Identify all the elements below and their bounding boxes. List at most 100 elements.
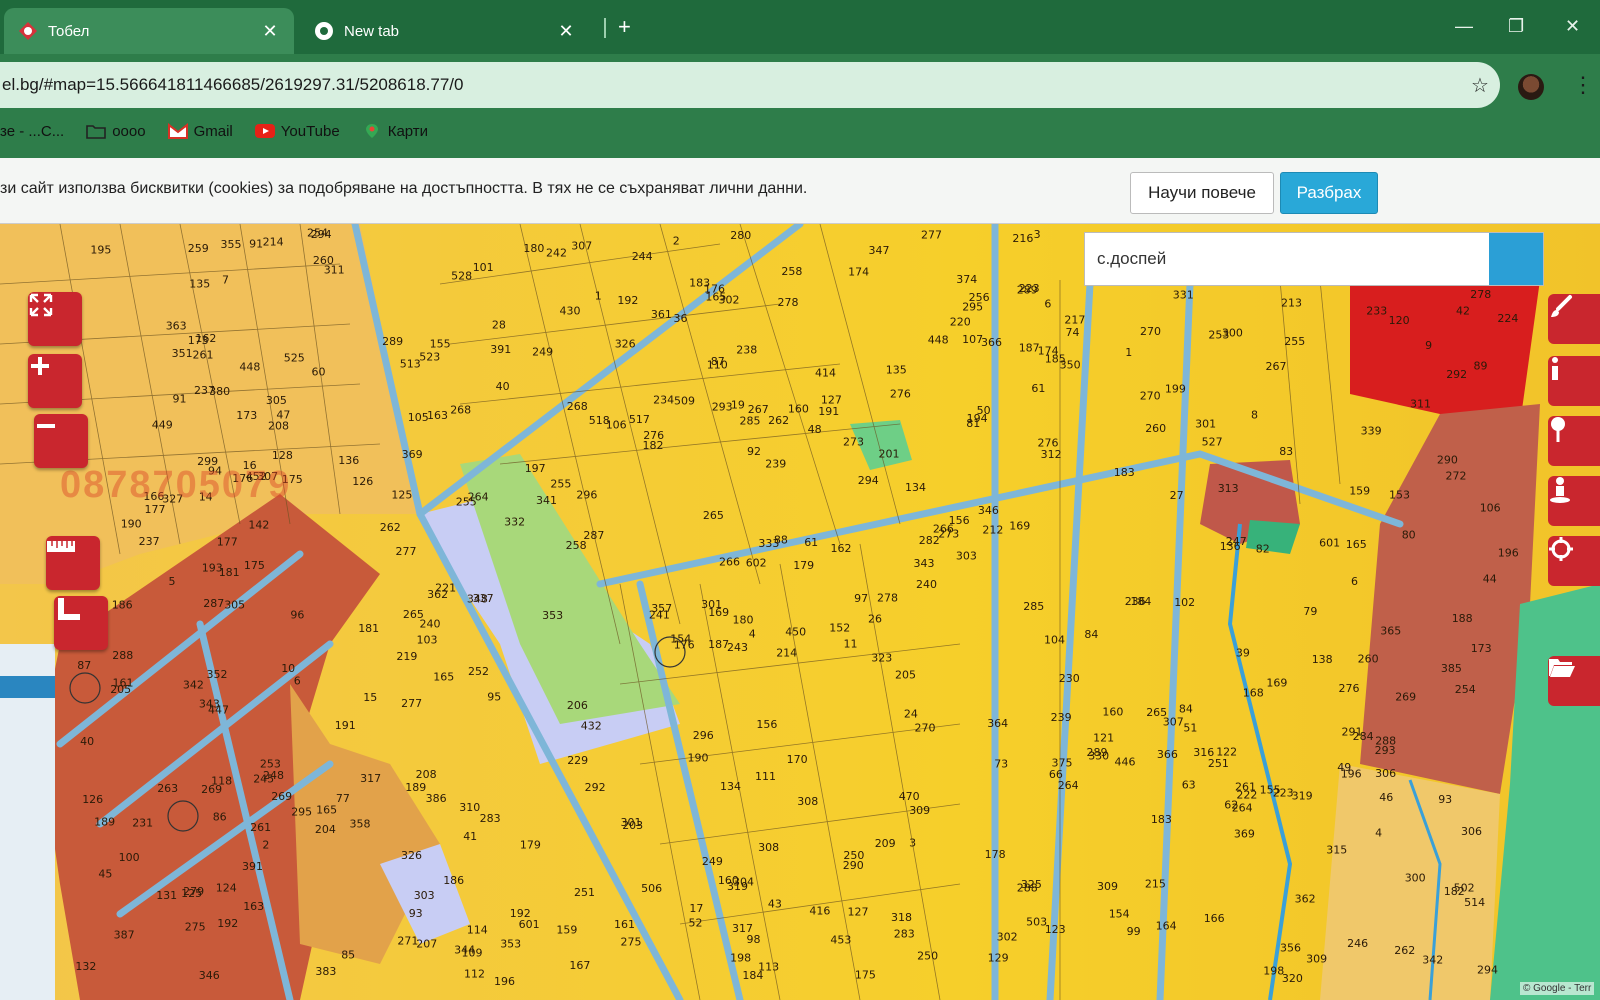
parcel-number-label: 361	[651, 308, 672, 321]
parcel-number-label: 309	[1097, 880, 1118, 893]
parcel-number-label: 61	[1031, 382, 1045, 395]
learn-more-button[interactable]: Научи повече	[1130, 172, 1274, 214]
parcel-number-label: 84	[1084, 628, 1098, 641]
parcel-number-label: 269	[271, 790, 292, 803]
parcel-number-label: 48	[808, 423, 822, 436]
bookmark-youtube[interactable]: YouTube	[254, 123, 340, 140]
parcel-number-label: 181	[358, 622, 379, 635]
parcel-number-label: 82	[1256, 543, 1270, 556]
bookmark-gmail[interactable]: Gmail	[167, 123, 233, 140]
parcel-number-label: 320	[1282, 972, 1303, 985]
parcel-number-label: 242	[546, 247, 567, 260]
parcel-number-label: 165	[705, 291, 726, 304]
parcel-number-label: 352	[207, 668, 228, 681]
cadastral-map[interactable]: 214 173 169 279 282 283 289 160 174 278 311 342 175 2…	[0, 224, 1600, 1000]
profile-avatar[interactable]	[1518, 74, 1544, 100]
parcel-number-label: 134	[720, 780, 741, 793]
parcel-number-label: 199	[1165, 383, 1186, 396]
zoom-out-button[interactable]	[34, 414, 88, 468]
parcel-number-label: 265	[703, 509, 724, 522]
close-tab-icon[interactable]: ✕	[556, 21, 576, 42]
browser-menu-icon[interactable]: ⋮	[1572, 72, 1594, 98]
parcel-number-label: 111	[755, 770, 776, 783]
parcel-number-label: 156	[756, 718, 777, 731]
minimize-icon[interactable]: —	[1455, 16, 1473, 37]
address-bar[interactable]: el.bg/#map=15.566641811466685/2619297.31…	[0, 62, 1500, 108]
bookmark-item[interactable]: зе - ...C...	[0, 123, 64, 140]
parcel-number-label: 24	[904, 707, 918, 720]
fullscreen-button[interactable]	[28, 292, 82, 346]
cookie-message: зи сайт използва бисквитки (cookies) за …	[0, 180, 808, 197]
parcel-number-label: 358	[350, 818, 371, 831]
parcel-number-label: 307	[571, 240, 592, 253]
parcel-number-label: 251	[574, 886, 595, 899]
search-input[interactable]: с.доспей	[1085, 233, 1489, 285]
parcel-number-label: 300	[1222, 327, 1243, 340]
parcel-number-label: 318	[891, 911, 912, 924]
parcel-number-label: 166	[1204, 912, 1225, 925]
parcel-number-label: 223	[1273, 786, 1294, 799]
browser-chrome: Тобел ✕ New tab ✕ + — ❐ ✕ el.bg/#map=15.…	[0, 0, 1600, 158]
measure-distance-button[interactable]	[46, 536, 100, 590]
parcel-number-label: 348	[467, 592, 488, 605]
parcel-number-label: 292	[1446, 368, 1467, 381]
tab-new-tab[interactable]: New tab ✕	[300, 8, 590, 54]
parcel-number-label: 128	[272, 449, 293, 462]
parcel-number-label: 173	[1471, 642, 1492, 655]
close-tab-icon[interactable]: ✕	[260, 21, 280, 42]
info-button[interactable]	[1548, 356, 1600, 406]
parcel-number-label: 287	[203, 597, 224, 610]
accept-cookies-button[interactable]: Разбрах	[1280, 172, 1378, 214]
parcel-number-label: 448	[928, 334, 949, 347]
new-tab-icon[interactable]: +	[618, 14, 631, 40]
measure-area-button[interactable]	[54, 596, 108, 650]
area-measure-icon	[58, 598, 80, 620]
parcel-number-label: 63	[1182, 778, 1196, 791]
parcel-number-label: 268	[450, 404, 471, 417]
parcel-number-label: 342	[183, 678, 204, 691]
parcel-number-label: 342	[1422, 953, 1443, 966]
restore-icon[interactable]: ❐	[1508, 16, 1524, 37]
parcel-number-label: 207	[416, 938, 437, 951]
parcel-number-label: 601	[1319, 537, 1340, 550]
parcel-number-label: 249	[702, 855, 723, 868]
close-window-icon[interactable]: ✕	[1565, 16, 1580, 37]
pin-button[interactable]	[1548, 416, 1600, 466]
street-view-button[interactable]	[1548, 476, 1600, 526]
brush-icon	[1551, 295, 1572, 317]
search-button[interactable]	[1086, 233, 1543, 285]
parcel-number-label: 79	[1303, 605, 1317, 618]
parcel-number-label: 276	[1339, 682, 1360, 695]
parcel-number-label: 41	[463, 830, 477, 843]
tab-tobel[interactable]: Тобел ✕	[4, 8, 294, 54]
parcel-number-label: 159	[1349, 484, 1370, 497]
parcel-number-label: 292	[585, 781, 606, 794]
bookmark-star-icon[interactable]: ☆	[1460, 73, 1500, 98]
parcel-number-label: 514	[1464, 896, 1485, 909]
parcel-number-label: 301	[1195, 418, 1216, 431]
parcel-number-label: 264	[1058, 779, 1079, 792]
parcel-number-label: 416	[809, 905, 830, 918]
draw-button[interactable]	[1548, 294, 1600, 344]
open-file-button[interactable]	[1548, 656, 1600, 706]
parcel-number-label: 183	[1151, 813, 1172, 826]
bookmark-label: Карти	[387, 122, 429, 140]
parcel-number-label: 366	[981, 336, 1002, 349]
locate-button[interactable]	[1548, 536, 1600, 586]
folder-icon	[86, 123, 107, 139]
parcel-number-label: 224	[1497, 312, 1518, 325]
parcel-number-label: 288	[112, 649, 133, 662]
parcel-number-label: 213	[1281, 297, 1302, 310]
parcel-number-label: 214	[776, 647, 797, 660]
parcel-number-label: 270	[1140, 325, 1161, 338]
parcel-number-label: 249	[532, 346, 553, 359]
zoom-in-button[interactable]	[28, 354, 82, 408]
bookmark-maps[interactable]: Карти	[362, 123, 428, 140]
parcel-number-label: 77	[336, 792, 350, 805]
parcel-number-label: 264	[1232, 802, 1253, 815]
bookmark-folder[interactable]: оооо	[86, 123, 146, 140]
zoom-in-icon	[31, 357, 49, 375]
parcel-number-label: 138	[1312, 653, 1333, 666]
parcel-number-label: 173	[188, 334, 209, 347]
parcel-number-label: 1	[1125, 346, 1132, 359]
